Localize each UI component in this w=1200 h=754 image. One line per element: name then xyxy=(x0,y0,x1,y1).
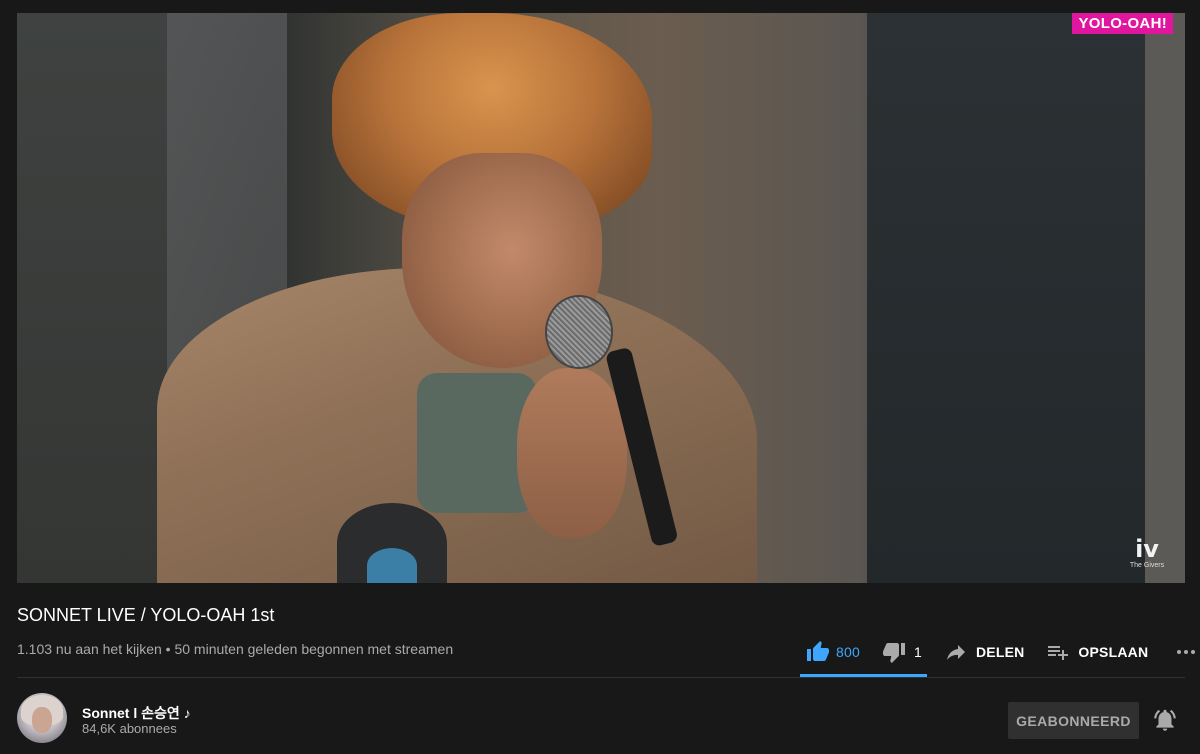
share-label: DELEN xyxy=(975,644,1025,660)
channel-name[interactable]: Sonnet l 손승연 ♪ xyxy=(82,703,191,723)
video-player[interactable]: YOLO-OAH! iv The Givers xyxy=(17,13,1185,583)
like-count: 800 xyxy=(836,644,860,660)
avatar-face xyxy=(32,707,52,733)
share-arrow-icon xyxy=(944,640,968,664)
thumbs-down-icon xyxy=(882,640,906,664)
background-wall xyxy=(17,13,167,583)
video-meta: 1.103 nu aan het kijken • 50 minuten gel… xyxy=(17,641,454,657)
more-actions-button[interactable] xyxy=(1174,632,1198,672)
save-label: OPSLAAN xyxy=(1078,644,1149,660)
singer-hand xyxy=(517,368,627,538)
divider xyxy=(17,677,1185,678)
show-logo-badge: YOLO-OAH! xyxy=(1072,13,1173,34)
microphone-head xyxy=(545,295,613,369)
jacket-patch-flower xyxy=(367,548,417,583)
background-door-edge xyxy=(1145,13,1185,583)
subscriber-count: 84,6K abonnees xyxy=(82,721,177,736)
channel-watermark: iv The Givers xyxy=(1127,535,1167,569)
subscribed-button[interactable]: GEABONNEERD xyxy=(1008,702,1139,739)
dislike-count: 1 xyxy=(913,644,922,660)
playlist-add-icon xyxy=(1046,640,1070,664)
watermark-text: The Givers xyxy=(1129,562,1165,569)
bell-icon xyxy=(1152,707,1178,733)
video-frame-singer xyxy=(157,13,797,583)
channel-avatar[interactable] xyxy=(17,693,67,743)
action-bar: 800 1 DELEN OPSLAAN xyxy=(800,630,1198,674)
save-button[interactable]: OPSLAAN xyxy=(1046,632,1148,672)
notification-bell-button[interactable] xyxy=(1152,707,1178,733)
dislike-button[interactable]: 1 xyxy=(882,632,922,672)
video-title: SONNET LIVE / YOLO-OAH 1st xyxy=(17,605,275,625)
share-button[interactable]: DELEN xyxy=(944,632,1024,672)
background-door xyxy=(867,13,1157,583)
thumbs-up-icon xyxy=(806,640,830,664)
watermark-logo: iv xyxy=(1135,535,1159,563)
more-horizontal-icon xyxy=(1174,640,1198,664)
like-button[interactable]: 800 xyxy=(800,632,868,672)
video-area: YOLO-OAH! iv The Givers xyxy=(0,0,1200,598)
